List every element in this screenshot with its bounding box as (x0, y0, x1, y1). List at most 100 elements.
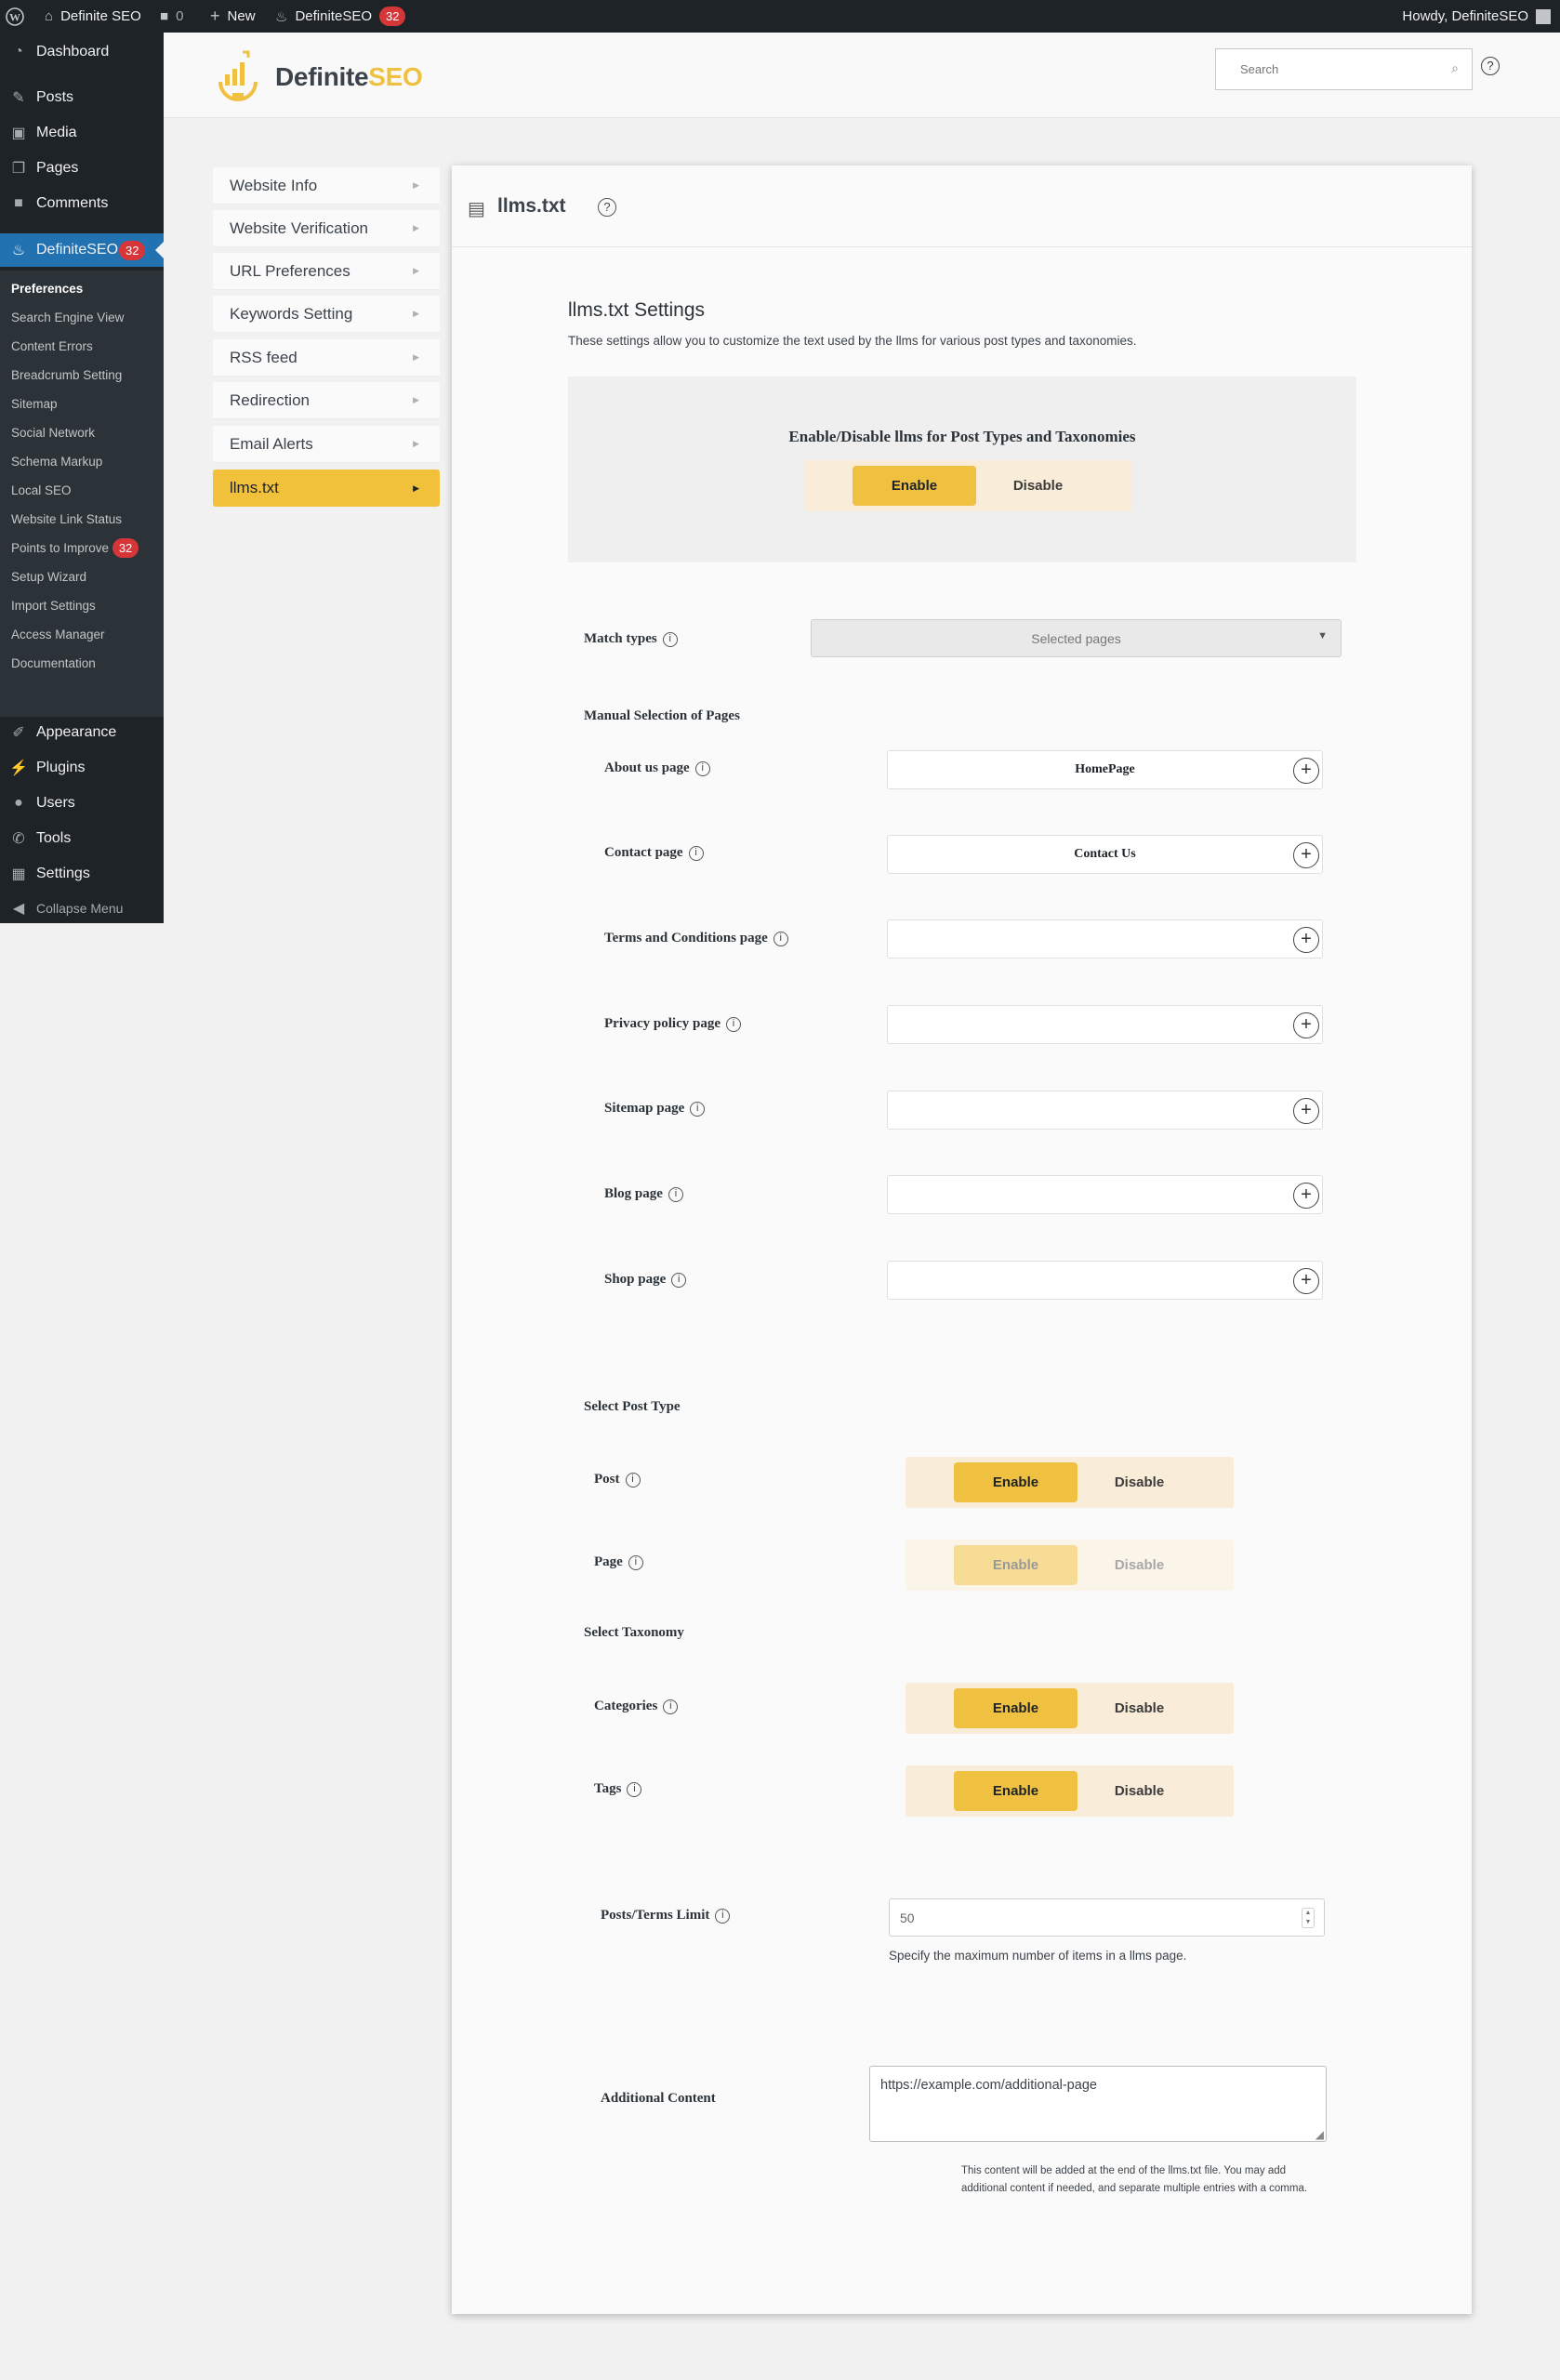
sidebar-item-comments[interactable]: ■ Comments (0, 189, 164, 218)
info-icon[interactable]: i (690, 1101, 706, 1117)
howdy-text: Howdy, DefiniteSEO (1402, 8, 1528, 24)
submenu-item-local-seo[interactable]: Local SEO (11, 481, 72, 501)
sidebar-item-plugins[interactable]: ⚡ Plugins (0, 753, 164, 783)
add-circle-icon[interactable]: + (1293, 1098, 1319, 1124)
disable-button[interactable]: Disable (1077, 1688, 1201, 1728)
enable-button[interactable]: Enable (954, 1771, 1077, 1811)
submenu-item-search-engine-view[interactable]: Search Engine View (11, 308, 124, 328)
add-circle-icon[interactable]: + (1293, 842, 1319, 868)
submenu-item-import-settings[interactable]: Import Settings (11, 596, 96, 616)
help-icon[interactable]: ? (598, 198, 616, 217)
collapse-menu-button[interactable]: ◀ Collapse Menu (0, 893, 164, 923)
user-icon: ● (14, 795, 23, 811)
sidebar-item-tools[interactable]: ✆ Tools (0, 824, 164, 853)
sitemap-page-label: Sitemap page i (604, 1101, 706, 1117)
info-icon[interactable]: i (773, 931, 788, 946)
select-value: Selected pages (1031, 631, 1121, 646)
terms-page-field[interactable]: + (887, 919, 1323, 959)
submenu-item-documentation[interactable]: Documentation (11, 654, 96, 674)
sidebar-item-appearance[interactable]: ✐ Appearance (0, 718, 164, 747)
site-name-link[interactable]: ⌂ Definite SEO (45, 0, 141, 33)
submenu-item-social-network[interactable]: Social Network (11, 423, 95, 443)
chevron-right-icon: ▶ (413, 266, 419, 275)
sidebar-item-pages[interactable]: ❐ Pages (0, 153, 164, 183)
number-stepper-icon[interactable]: ▲ ▼ (1302, 1908, 1315, 1928)
toggle-heading: Enable/Disable llms for Post Types and T… (788, 428, 1136, 445)
submenu-item-preferences[interactable]: Preferences (11, 279, 83, 299)
match-types-label: Match types i (584, 631, 678, 647)
definiteseo-adminbar-link[interactable]: ♨ DefiniteSEO 32 (275, 0, 406, 33)
label-text: Page (594, 1554, 623, 1569)
chevron-right-icon: ▶ (413, 483, 419, 493)
settings-menu-keywords-setting[interactable]: Keywords Setting ▶ (213, 296, 440, 333)
about-us-page-field[interactable]: HomePage + (887, 750, 1323, 789)
new-content-link[interactable]: + New (210, 0, 256, 33)
settings-menu-website-verification[interactable]: Website Verification ▶ (213, 210, 440, 247)
info-icon[interactable]: i (725, 1016, 741, 1032)
settings-menu-url-preferences[interactable]: URL Preferences ▶ (213, 253, 440, 290)
label-text: Terms and Conditions page (604, 931, 768, 945)
settings-menu-email-alerts[interactable]: Email Alerts ▶ (213, 426, 440, 463)
submenu-item-breadcrumb-setting[interactable]: Breadcrumb Setting (11, 365, 122, 386)
info-icon[interactable]: i (715, 1908, 731, 1924)
info-icon[interactable]: i (627, 1781, 642, 1797)
sidebar-label: Pages (36, 160, 79, 176)
additional-content-textarea[interactable]: https://example.com/additional-page ◢ (869, 2066, 1327, 2142)
enable-button[interactable]: Enable (954, 1688, 1077, 1728)
privacy-policy-page-field[interactable]: + (887, 1005, 1323, 1044)
resize-handle-icon[interactable]: ◢ (1315, 2128, 1324, 2141)
add-circle-icon[interactable]: + (1293, 758, 1319, 784)
sidebar-item-media[interactable]: ▣ Media (0, 118, 164, 148)
submenu-item-website-link-status[interactable]: Website Link Status (11, 509, 122, 530)
settings-menu-llms-txt[interactable]: llms.txt ▶ (213, 469, 440, 507)
submenu-item-content-errors[interactable]: Content Errors (11, 337, 93, 357)
sidebar-label: Appearance (36, 724, 117, 740)
add-circle-icon[interactable]: + (1293, 1012, 1319, 1038)
help-icon[interactable]: ? (1481, 57, 1500, 75)
blog-page-field[interactable]: + (887, 1175, 1323, 1214)
comments-link[interactable]: ■ 0 (160, 0, 183, 33)
label-text: About us page (604, 760, 690, 775)
search-input[interactable] (1216, 49, 1430, 89)
shop-page-field[interactable]: + (887, 1261, 1323, 1300)
svg-text:W: W (9, 10, 20, 23)
search-icon[interactable]: ⌕ (1451, 60, 1459, 76)
add-circle-icon[interactable]: + (1293, 1268, 1319, 1294)
enable-button[interactable]: Enable (853, 466, 976, 506)
disable-button[interactable]: Disable (976, 466, 1100, 506)
info-icon[interactable]: i (671, 1272, 687, 1288)
my-account-link[interactable]: Howdy, DefiniteSEO (1402, 0, 1551, 33)
submenu-item-points-to-improve[interactable]: Points to Improve 32 (11, 538, 139, 559)
contact-page-field[interactable]: Contact Us + (887, 835, 1323, 874)
add-circle-icon[interactable]: + (1293, 1183, 1319, 1209)
submenu-item-setup-wizard[interactable]: Setup Wizard (11, 567, 86, 588)
enable-button[interactable]: Enable (954, 1462, 1077, 1502)
sidebar-item-definiteseo[interactable]: ♨ DefiniteSEO 32 (0, 233, 164, 267)
sidebar-item-posts[interactable]: ✎ Posts (0, 83, 164, 112)
sidebar-item-dashboard[interactable]: ◔ Dashboard (0, 37, 164, 67)
enable-button[interactable]: Enable (954, 1545, 1077, 1585)
submenu-item-schema-markup[interactable]: Schema Markup (11, 452, 102, 472)
info-icon[interactable]: i (663, 1699, 679, 1714)
sitemap-page-field[interactable]: + (887, 1091, 1323, 1130)
settings-menu-website-info[interactable]: Website Info ▶ (213, 167, 440, 205)
disable-button[interactable]: Disable (1077, 1462, 1201, 1502)
submenu-item-sitemap[interactable]: Sitemap (11, 394, 58, 415)
add-circle-icon[interactable]: + (1293, 927, 1319, 953)
info-icon[interactable]: i (694, 760, 710, 776)
info-icon[interactable]: i (668, 1186, 683, 1202)
match-types-select[interactable]: Selected pages ▼ (811, 619, 1342, 657)
info-icon[interactable]: i (628, 1554, 643, 1570)
settings-menu-rss-feed[interactable]: RSS feed ▶ (213, 339, 440, 377)
info-icon[interactable]: i (662, 631, 678, 647)
info-icon[interactable]: i (625, 1472, 641, 1488)
posts-terms-limit-input[interactable]: 50 ▲ ▼ (889, 1898, 1325, 1937)
submenu-item-access-manager[interactable]: Access Manager (11, 625, 105, 645)
disable-button[interactable]: Disable (1077, 1545, 1201, 1585)
wordpress-logo-icon[interactable]: W (6, 0, 24, 33)
settings-menu-redirection[interactable]: Redirection ▶ (213, 382, 440, 419)
sidebar-item-users[interactable]: ● Users (0, 788, 164, 818)
disable-button[interactable]: Disable (1077, 1771, 1201, 1811)
info-icon[interactable]: i (688, 845, 704, 861)
sidebar-item-settings[interactable]: ▦ Settings (0, 859, 164, 889)
